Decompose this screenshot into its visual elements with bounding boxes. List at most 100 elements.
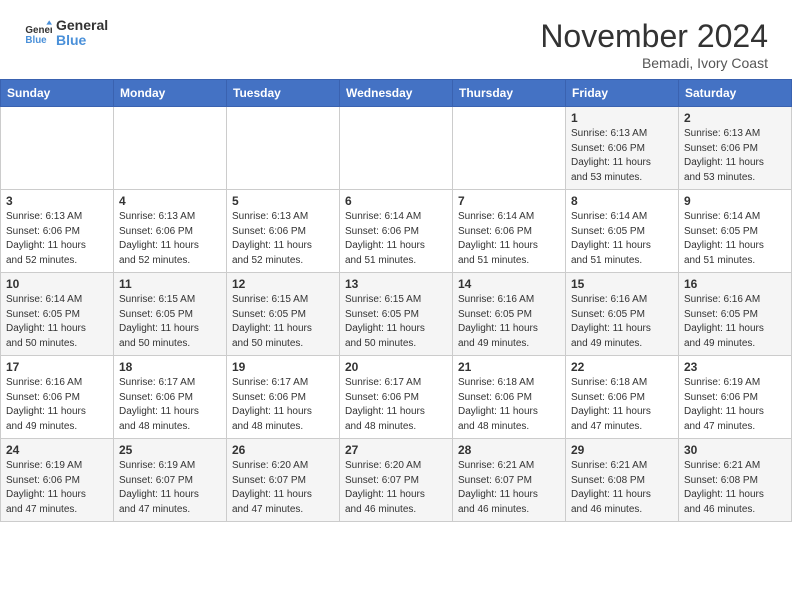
day-number: 19 <box>232 360 334 374</box>
calendar-cell: 16 Sunrise: 6:16 AMSunset: 6:05 PMDayligh… <box>679 273 792 356</box>
calendar-table: SundayMondayTuesdayWednesdayThursdayFrid… <box>0 79 792 522</box>
weekday-header-friday: Friday <box>566 80 679 107</box>
calendar-cell: 15 Sunrise: 6:16 AMSunset: 6:05 PMDayligh… <box>566 273 679 356</box>
day-number: 22 <box>571 360 673 374</box>
day-number: 14 <box>458 277 560 291</box>
day-info: Sunrise: 6:17 AMSunset: 6:06 PMDaylight:… <box>232 376 334 434</box>
calendar-cell: 21 Sunrise: 6:18 AMSunset: 6:06 PMDayligh… <box>453 356 566 439</box>
calendar-cell: 19 Sunrise: 6:17 AMSunset: 6:06 PMDayligh… <box>227 356 340 439</box>
day-info: Sunrise: 6:16 AMSunset: 6:05 PMDaylight:… <box>458 293 560 351</box>
day-info: Sunrise: 6:13 AMSunset: 6:06 PMDaylight:… <box>684 127 786 185</box>
location: Bemadi, Ivory Coast <box>540 55 768 71</box>
day-number: 3 <box>6 194 108 208</box>
title-block: November 2024 Bemadi, Ivory Coast <box>540 18 768 71</box>
calendar-cell: 29 Sunrise: 6:21 AMSunset: 6:08 PMDayligh… <box>566 439 679 522</box>
calendar-cell: 4 Sunrise: 6:13 AMSunset: 6:06 PMDaylight… <box>114 190 227 273</box>
svg-text:Blue: Blue <box>25 35 47 46</box>
day-info: Sunrise: 6:21 AMSunset: 6:08 PMDaylight:… <box>684 459 786 517</box>
day-info: Sunrise: 6:18 AMSunset: 6:06 PMDaylight:… <box>458 376 560 434</box>
calendar-cell: 6 Sunrise: 6:14 AMSunset: 6:06 PMDaylight… <box>340 190 453 273</box>
day-number: 18 <box>119 360 221 374</box>
calendar-week-4: 17 Sunrise: 6:16 AMSunset: 6:06 PMDayligh… <box>1 356 792 439</box>
day-info: Sunrise: 6:13 AMSunset: 6:06 PMDaylight:… <box>571 127 673 185</box>
day-info: Sunrise: 6:19 AMSunset: 6:06 PMDaylight:… <box>684 376 786 434</box>
day-info: Sunrise: 6:14 AMSunset: 6:05 PMDaylight:… <box>684 210 786 268</box>
calendar-week-5: 24Sunrise: 6:19 AMSunset: 6:06 PMDayligh… <box>1 439 792 522</box>
calendar-cell: 26Sunrise: 6:20 AMSunset: 6:07 PMDayligh… <box>227 439 340 522</box>
weekday-header-tuesday: Tuesday <box>227 80 340 107</box>
calendar-cell: 10 Sunrise: 6:14 AMSunset: 6:05 PMDayligh… <box>1 273 114 356</box>
calendar-cell: 22 Sunrise: 6:18 AMSunset: 6:06 PMDayligh… <box>566 356 679 439</box>
month-title: November 2024 <box>540 18 768 55</box>
day-info: Sunrise: 6:15 AMSunset: 6:05 PMDaylight:… <box>232 293 334 351</box>
weekday-header-thursday: Thursday <box>453 80 566 107</box>
calendar-cell: 7 Sunrise: 6:14 AMSunset: 6:06 PMDaylight… <box>453 190 566 273</box>
day-info: Sunrise: 6:16 AMSunset: 6:05 PMDaylight:… <box>684 293 786 351</box>
day-info: Sunrise: 6:14 AMSunset: 6:05 PMDaylight:… <box>6 293 108 351</box>
day-number: 13 <box>345 277 447 291</box>
weekday-header-wednesday: Wednesday <box>340 80 453 107</box>
calendar-cell: 8 Sunrise: 6:14 AMSunset: 6:05 PMDaylight… <box>566 190 679 273</box>
day-number: 30 <box>684 443 786 457</box>
day-number: 2 <box>684 111 786 125</box>
day-number: 24 <box>6 443 108 457</box>
calendar-cell: 13Sunrise: 6:15 AMSunset: 6:05 PMDayligh… <box>340 273 453 356</box>
day-number: 16 <box>684 277 786 291</box>
calendar-cell: 12 Sunrise: 6:15 AMSunset: 6:05 PMDayligh… <box>227 273 340 356</box>
day-number: 4 <box>119 194 221 208</box>
day-info: Sunrise: 6:17 AMSunset: 6:06 PMDaylight:… <box>119 376 221 434</box>
day-info: Sunrise: 6:18 AMSunset: 6:06 PMDaylight:… <box>571 376 673 434</box>
day-number: 23 <box>684 360 786 374</box>
day-number: 9 <box>684 194 786 208</box>
calendar-cell: 25 Sunrise: 6:19 AMSunset: 6:07 PMDayligh… <box>114 439 227 522</box>
day-info: Sunrise: 6:19 AMSunset: 6:07 PMDaylight:… <box>119 459 221 517</box>
day-number: 8 <box>571 194 673 208</box>
day-number: 25 <box>119 443 221 457</box>
day-info: Sunrise: 6:21 AMSunset: 6:07 PMDaylight:… <box>458 459 560 517</box>
calendar-cell: 20Sunrise: 6:17 AMSunset: 6:06 PMDayligh… <box>340 356 453 439</box>
day-info: Sunrise: 6:14 AMSunset: 6:06 PMDaylight:… <box>458 210 560 268</box>
day-number: 6 <box>345 194 447 208</box>
calendar-cell: 27Sunrise: 6:20 AMSunset: 6:07 PMDayligh… <box>340 439 453 522</box>
day-number: 5 <box>232 194 334 208</box>
calendar-cell: 14 Sunrise: 6:16 AMSunset: 6:05 PMDayligh… <box>453 273 566 356</box>
day-number: 1 <box>571 111 673 125</box>
day-info: Sunrise: 6:16 AMSunset: 6:06 PMDaylight:… <box>6 376 108 434</box>
calendar-cell: 5Sunrise: 6:13 AMSunset: 6:06 PMDaylight… <box>227 190 340 273</box>
day-number: 21 <box>458 360 560 374</box>
calendar-cell <box>1 107 114 190</box>
day-info: Sunrise: 6:13 AMSunset: 6:06 PMDaylight:… <box>6 210 108 268</box>
calendar-cell: 17 Sunrise: 6:16 AMSunset: 6:06 PMDayligh… <box>1 356 114 439</box>
day-info: Sunrise: 6:14 AMSunset: 6:05 PMDaylight:… <box>571 210 673 268</box>
day-number: 29 <box>571 443 673 457</box>
day-info: Sunrise: 6:16 AMSunset: 6:05 PMDaylight:… <box>571 293 673 351</box>
day-info: Sunrise: 6:20 AMSunset: 6:07 PMDaylight:… <box>345 459 447 517</box>
day-number: 17 <box>6 360 108 374</box>
day-number: 15 <box>571 277 673 291</box>
day-info: Sunrise: 6:13 AMSunset: 6:06 PMDaylight:… <box>119 210 221 268</box>
calendar-cell: 1 Sunrise: 6:13 AMSunset: 6:06 PMDaylight… <box>566 107 679 190</box>
calendar-week-1: 1 Sunrise: 6:13 AMSunset: 6:06 PMDaylight… <box>1 107 792 190</box>
calendar-cell: 3 Sunrise: 6:13 AMSunset: 6:06 PMDaylight… <box>1 190 114 273</box>
day-number: 10 <box>6 277 108 291</box>
weekday-header-saturday: Saturday <box>679 80 792 107</box>
page-header: General Blue General Blue November 2024 … <box>0 0 792 79</box>
logo-blue: Blue <box>56 33 108 48</box>
day-number: 7 <box>458 194 560 208</box>
day-info: Sunrise: 6:21 AMSunset: 6:08 PMDaylight:… <box>571 459 673 517</box>
calendar-cell <box>340 107 453 190</box>
calendar-cell: 23 Sunrise: 6:19 AMSunset: 6:06 PMDayligh… <box>679 356 792 439</box>
calendar-cell <box>227 107 340 190</box>
day-number: 20 <box>345 360 447 374</box>
day-number: 12 <box>232 277 334 291</box>
calendar-cell: 9 Sunrise: 6:14 AMSunset: 6:05 PMDaylight… <box>679 190 792 273</box>
weekday-header-monday: Monday <box>114 80 227 107</box>
calendar-cell: 30 Sunrise: 6:21 AMSunset: 6:08 PMDayligh… <box>679 439 792 522</box>
day-number: 26 <box>232 443 334 457</box>
calendar-week-3: 10 Sunrise: 6:14 AMSunset: 6:05 PMDayligh… <box>1 273 792 356</box>
calendar-cell: 2 Sunrise: 6:13 AMSunset: 6:06 PMDaylight… <box>679 107 792 190</box>
calendar-cell: 11Sunrise: 6:15 AMSunset: 6:05 PMDayligh… <box>114 273 227 356</box>
calendar-cell <box>453 107 566 190</box>
day-info: Sunrise: 6:14 AMSunset: 6:06 PMDaylight:… <box>345 210 447 268</box>
calendar-cell: 18 Sunrise: 6:17 AMSunset: 6:06 PMDayligh… <box>114 356 227 439</box>
